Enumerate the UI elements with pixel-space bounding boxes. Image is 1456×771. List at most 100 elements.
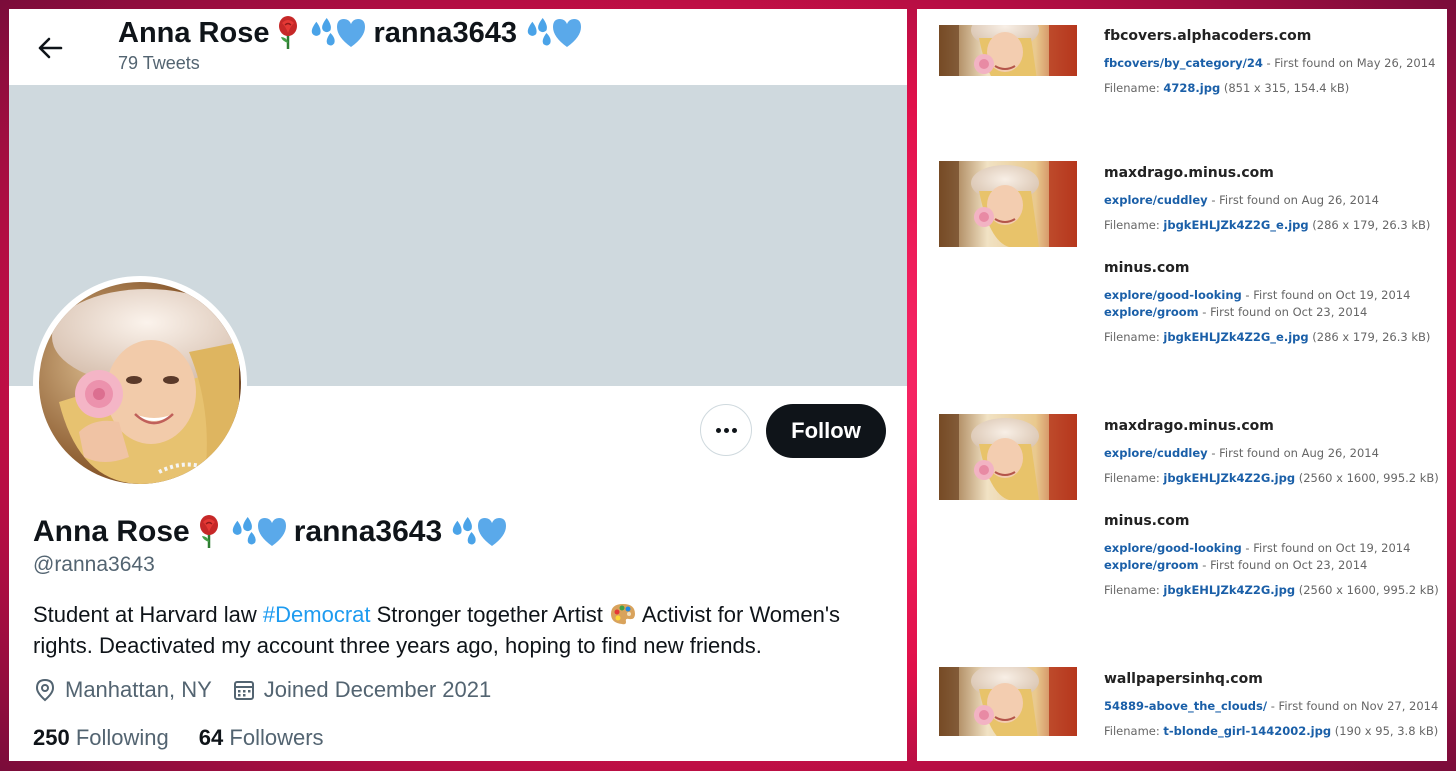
result-path-link[interactable]: 54889-above_the_clouds/	[1104, 699, 1267, 713]
result-domain: maxdrago.minus.com	[1104, 418, 1274, 434]
filename-label: Filename:	[1104, 583, 1164, 597]
found-line: fbcovers/by_category/24 - First found on…	[1104, 55, 1435, 72]
blue-heart-icon	[552, 19, 581, 47]
twitter-profile-panel: Anna Rose ranna3643 79 Tweets Follow Ann…	[9, 9, 907, 761]
file-line: Filename: jbgkEHLJZk4Z2G.jpg (2560 x 160…	[1104, 471, 1439, 485]
profile-meta-row: Manhattan, NY Joined December 2021	[33, 677, 511, 703]
thumbnail-image	[939, 161, 1077, 247]
back-button[interactable]	[33, 31, 67, 65]
following-label: Following	[75, 725, 169, 750]
name-handle-text: ranna3643	[293, 515, 443, 548]
first-found-date: - First found on Oct 19, 2014	[1241, 541, 1411, 555]
first-found-date: - First found on May 26, 2014	[1262, 56, 1436, 70]
result-domain: minus.com	[1104, 513, 1190, 529]
result-details: maxdrago.minus.com explore/cuddley - Fir…	[1104, 418, 1439, 597]
file-line: Filename: jbgkEHLJZk4Z2G_e.jpg (286 x 17…	[1104, 330, 1430, 344]
result-path-link[interactable]: explore/good-looking	[1104, 288, 1242, 302]
result-path-link[interactable]: explore/groom	[1104, 305, 1199, 319]
display-name-text: Anna Rose	[33, 515, 190, 548]
followers-count: 64	[198, 725, 224, 750]
filename-link[interactable]: 4728.jpg	[1163, 81, 1220, 95]
result-domain: fbcovers.alphacoders.com	[1104, 28, 1312, 44]
followers-link[interactable]: 64 Followers	[199, 725, 324, 751]
header-display-name: Anna Rose ranna3643	[118, 15, 583, 51]
found-line: 54889-above_the_clouds/ - First found on…	[1104, 698, 1438, 715]
file-meta: (286 x 179, 26.3 kB)	[1308, 218, 1431, 232]
droplets-icon	[452, 517, 476, 545]
file-meta: (2560 x 1600, 995.2 kB)	[1295, 471, 1439, 485]
result-thumbnail[interactable]	[939, 25, 1077, 76]
header-name-text: Anna Rose	[118, 16, 270, 49]
droplets-icon	[312, 18, 336, 46]
filename-label: Filename:	[1104, 471, 1164, 485]
first-found-date: - First found on Nov 27, 2014	[1267, 699, 1439, 713]
filename-label: Filename:	[1104, 724, 1164, 738]
result-domain: minus.com	[1104, 260, 1190, 276]
found-line: explore/groom - First found on Oct 23, 2…	[1104, 557, 1439, 574]
filename-link[interactable]: jbgkEHLJZk4Z2G.jpg	[1163, 471, 1295, 485]
bio-text: Student at Harvard law	[33, 602, 263, 627]
artist-palette-icon	[610, 604, 635, 625]
result-path-link[interactable]: fbcovers/by_category/24	[1104, 56, 1263, 70]
filename-link[interactable]: jbgkEHLJZk4Z2G.jpg	[1163, 583, 1295, 597]
result-domain: wallpapersinhq.com	[1104, 671, 1263, 687]
result-group: minus.com explore/good-looking - First f…	[1104, 260, 1430, 344]
header-handle-text: ranna3643	[373, 16, 517, 49]
result-group: maxdrago.minus.com explore/cuddley - Fir…	[1104, 418, 1439, 485]
result-details: maxdrago.minus.com explore/cuddley - Fir…	[1104, 165, 1430, 344]
avatar[interactable]	[33, 276, 247, 490]
found-line: explore/good-looking - First found on Oc…	[1104, 287, 1430, 304]
result-group: minus.com explore/good-looking - First f…	[1104, 513, 1439, 597]
file-line: Filename: jbgkEHLJZk4Z2G.jpg (2560 x 160…	[1104, 583, 1439, 597]
file-meta: (2560 x 1600, 995.2 kB)	[1295, 583, 1439, 597]
found-line: explore/good-looking - First found on Oc…	[1104, 540, 1439, 557]
found-line: explore/cuddley - First found on Aug 26,…	[1104, 445, 1439, 462]
file-line: Filename: 4728.jpg (851 x 315, 154.4 kB)	[1104, 81, 1435, 95]
more-options-button[interactable]	[700, 404, 752, 456]
filename-link[interactable]: jbgkEHLJZk4Z2G_e.jpg	[1163, 218, 1308, 232]
tweets-count: 79 Tweets	[118, 53, 200, 73]
rose-icon	[278, 15, 299, 51]
first-found-date: - First found on Oct 23, 2014	[1198, 558, 1368, 572]
result-path-link[interactable]: explore/cuddley	[1104, 446, 1208, 460]
location-text: Manhattan, NY	[65, 677, 212, 702]
blue-heart-icon	[257, 518, 286, 546]
result-thumbnail[interactable]	[939, 667, 1077, 736]
filename-link[interactable]: jbgkEHLJZk4Z2G_e.jpg	[1163, 330, 1308, 344]
result-path-link[interactable]: explore/cuddley	[1104, 193, 1208, 207]
blue-heart-icon	[478, 518, 507, 546]
result-path-link[interactable]: explore/groom	[1104, 558, 1199, 572]
result-details: fbcovers.alphacoders.com fbcovers/by_cat…	[1104, 28, 1435, 95]
first-found-date: - First found on Aug 26, 2014	[1207, 193, 1379, 207]
filename-label: Filename:	[1104, 81, 1164, 95]
result-thumbnail[interactable]	[939, 161, 1077, 247]
file-meta: (851 x 315, 154.4 kB)	[1220, 81, 1350, 95]
file-line: Filename: t-blonde_girl-1442002.jpg (190…	[1104, 724, 1438, 738]
following-link[interactable]: 250 Following	[33, 725, 169, 751]
location-pin-icon	[35, 678, 55, 702]
bio-text: Stronger together Artist	[370, 602, 609, 627]
first-found-date: - First found on Aug 26, 2014	[1207, 446, 1379, 460]
democrat-hashtag-link[interactable]: #Democrat	[263, 602, 371, 627]
result-domain: maxdrago.minus.com	[1104, 165, 1274, 181]
file-line: Filename: jbgkEHLJZk4Z2G_e.jpg (286 x 17…	[1104, 218, 1430, 232]
result-path-link[interactable]: explore/good-looking	[1104, 541, 1242, 555]
first-found-date: - First found on Oct 23, 2014	[1198, 305, 1368, 319]
found-line: explore/cuddley - First found on Aug 26,…	[1104, 192, 1430, 209]
rose-icon	[198, 514, 219, 550]
avatar-photo	[39, 282, 241, 484]
profile-photo-image	[39, 282, 241, 484]
follow-button[interactable]: Follow	[766, 404, 886, 458]
image-search-results-panel: fbcovers.alphacoders.com fbcovers/by_cat…	[917, 9, 1447, 761]
following-count: 250	[33, 725, 70, 750]
calendar-icon	[233, 681, 254, 700]
result-group: maxdrago.minus.com explore/cuddley - Fir…	[1104, 165, 1430, 232]
found-line: explore/groom - First found on Oct 23, 2…	[1104, 304, 1430, 321]
profile-handle: @ranna3643	[33, 553, 155, 576]
result-thumbnail[interactable]	[939, 414, 1077, 500]
droplets-icon	[232, 517, 256, 545]
droplets-icon	[527, 18, 551, 46]
location-item: Manhattan, NY	[33, 677, 212, 703]
thumbnail-image	[939, 667, 1077, 736]
filename-link[interactable]: t-blonde_girl-1442002.jpg	[1163, 724, 1331, 738]
